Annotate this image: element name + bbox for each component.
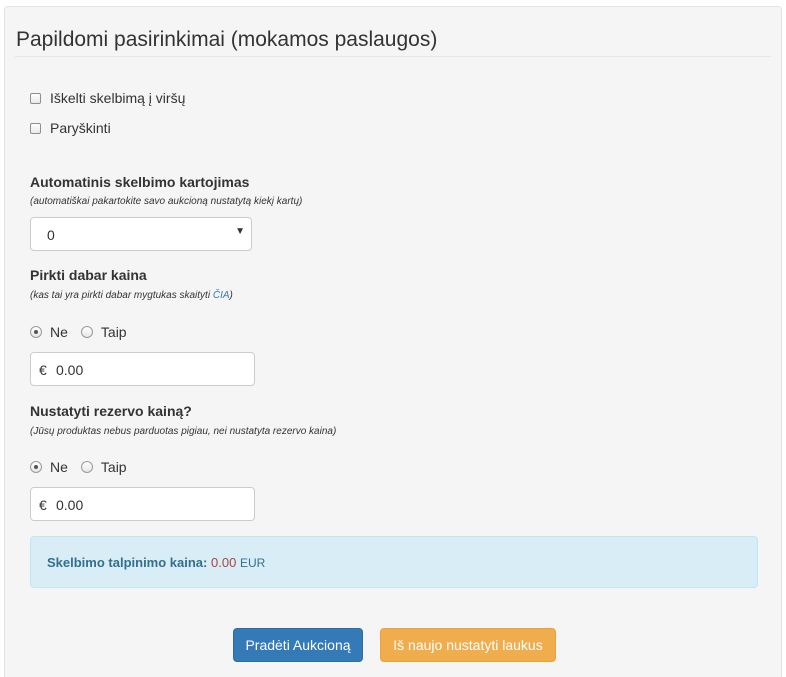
additional-options-panel: Papildomi pasirinkimai (mokamos paslaugo…	[4, 6, 782, 677]
highlight-top-label[interactable]: Iškelti skelbimą į viršų	[50, 90, 185, 106]
start-auction-button[interactable]: Pradėti Aukcioną	[233, 628, 363, 662]
listing-fee-label: Skelbimo talpinimo kaina:	[47, 555, 208, 570]
buy-now-option-yes[interactable]: Taip	[80, 324, 127, 340]
buy-now-info-link[interactable]: ČIA	[213, 290, 230, 301]
listing-fee-alert: Skelbimo talpinimo kaina: 0.00 EUR	[30, 536, 758, 588]
buy-now-radio-yes[interactable]	[80, 326, 93, 338]
buy-now-price-value[interactable]: 0.00	[56, 362, 83, 378]
reserve-radio-yes[interactable]	[80, 461, 93, 473]
option-highlight-top[interactable]: Iškelti skelbimą į viršų	[30, 90, 185, 106]
reserve-option-no[interactable]: Ne	[30, 459, 68, 475]
buy-now-hint: (kas tai yra pirkti dabar mygtukas skait…	[30, 290, 233, 301]
buy-now-radio-group: Ne Taip	[30, 324, 140, 340]
option-bold[interactable]: Paryškinti	[30, 120, 111, 136]
reserve-price-value[interactable]: 0.00	[56, 497, 83, 513]
buy-now-hint-prefix: (kas tai yra pirkti dabar mygtukas skait…	[30, 290, 213, 301]
panel-title: Papildomi pasirinkimai (mokamos paslaugo…	[16, 28, 438, 51]
reserve-label: Nustatyti rezervo kainą?	[30, 403, 192, 419]
listing-fee-currency: EUR	[239, 556, 266, 570]
euro-icon: €	[39, 497, 47, 513]
buy-now-price-input[interactable]: € 0.00	[30, 352, 255, 386]
reserve-radio-group: Ne Taip	[30, 459, 140, 475]
auto-repeat-select[interactable]: 0 ▼	[30, 217, 252, 251]
listing-fee-amount: 0.00	[211, 555, 237, 570]
buy-now-label: Pirkti dabar kaina	[30, 267, 147, 283]
buy-now-radio-no[interactable]	[30, 326, 42, 338]
bold-checkbox[interactable]	[30, 122, 41, 134]
reserve-yes-label[interactable]: Taip	[101, 459, 127, 475]
bold-label[interactable]: Paryškinti	[50, 120, 111, 136]
auto-repeat-selected-value: 0	[47, 227, 55, 243]
reserve-option-yes[interactable]: Taip	[80, 459, 127, 475]
caret-down-icon: ▼	[235, 226, 245, 237]
title-divider	[15, 56, 771, 57]
reserve-radio-no[interactable]	[30, 461, 42, 473]
auto-repeat-hint: (automatiškai pakartokite savo aukcioną …	[30, 196, 303, 207]
buy-now-yes-label[interactable]: Taip	[101, 324, 127, 340]
reserve-price-input[interactable]: € 0.00	[30, 487, 255, 521]
buy-now-option-no[interactable]: Ne	[30, 324, 68, 340]
euro-icon: €	[39, 362, 47, 378]
buy-now-hint-suffix: )	[229, 290, 233, 301]
highlight-top-checkbox[interactable]	[30, 92, 41, 104]
reserve-hint: (Jūsų produktas nebus parduotas pigiau, …	[30, 426, 337, 437]
reset-fields-button[interactable]: Iš naujo nustatyti laukus	[380, 628, 556, 662]
auto-repeat-label: Automatinis skelbimo kartojimas	[30, 174, 250, 190]
buy-now-no-label[interactable]: Ne	[50, 324, 68, 340]
reserve-no-label[interactable]: Ne	[50, 459, 68, 475]
